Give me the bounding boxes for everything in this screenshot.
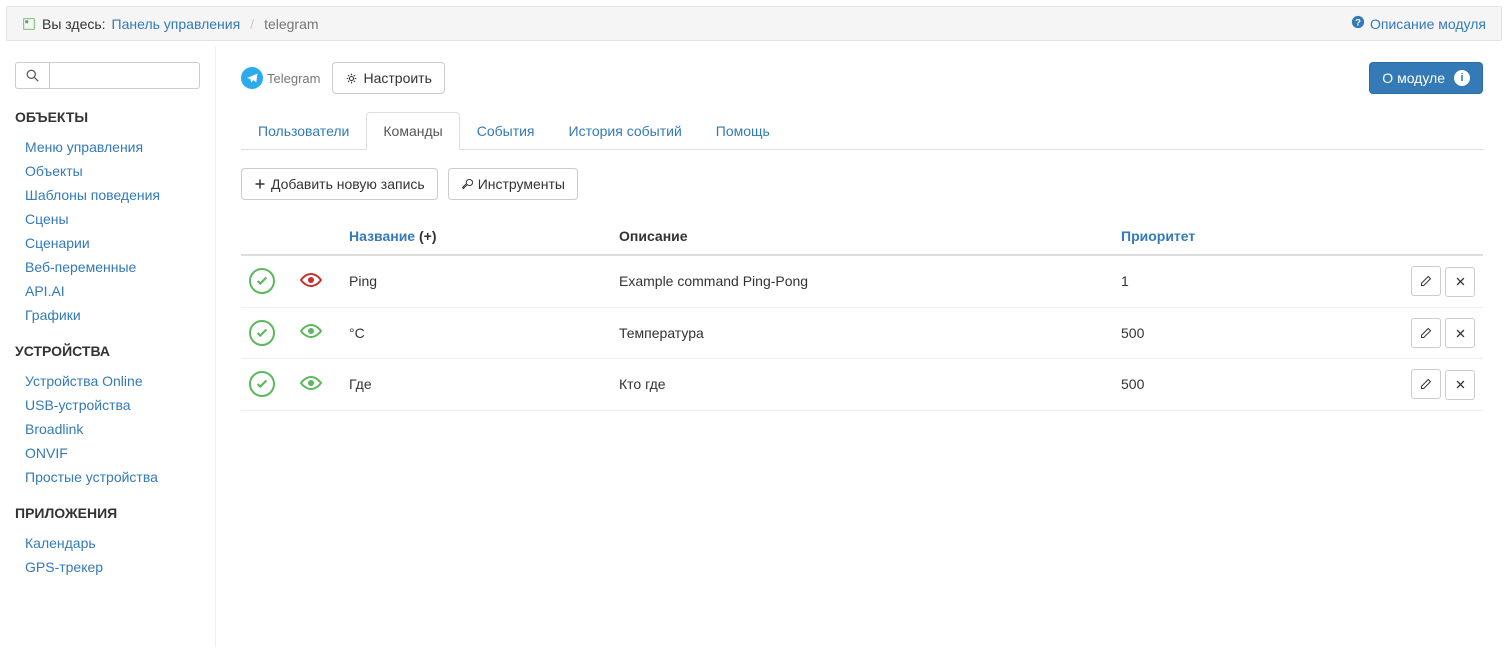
sidebar: ОБЪЕКТЫ Меню управленияОбъектыШаблоны пов… <box>0 47 216 647</box>
status-check-icon[interactable] <box>249 371 275 397</box>
sidebar-item[interactable]: Объекты <box>15 159 200 183</box>
module-badge: Telegram <box>241 67 320 89</box>
edit-button[interactable] <box>1411 369 1441 399</box>
cell-priority: 500 <box>1113 359 1393 411</box>
cell-priority: 500 <box>1113 307 1393 359</box>
cell-name: °C <box>341 307 611 359</box>
info-icon: i <box>1454 70 1470 86</box>
sidebar-item[interactable]: USB-устройства <box>15 393 200 417</box>
col-name-suffix: (+) <box>419 228 437 244</box>
eye-icon[interactable] <box>299 276 323 292</box>
about-module-button[interactable]: О модуле i <box>1369 62 1483 94</box>
sidebar-section-title: УСТРОЙСТВА <box>15 343 200 359</box>
status-check-icon[interactable] <box>249 320 275 346</box>
module-help-label: Описание модуля <box>1370 16 1486 32</box>
edit-button[interactable] <box>1411 266 1441 296</box>
edit-button[interactable] <box>1411 318 1441 348</box>
telegram-icon <box>241 67 263 89</box>
sidebar-item[interactable]: Шаблоны поведения <box>15 183 200 207</box>
sidebar-item[interactable]: ONVIF <box>15 441 200 465</box>
breadcrumb: Вы здесь: Панель управления / telegram ?… <box>6 6 1502 41</box>
tab[interactable]: Команды <box>366 112 459 150</box>
table-row: ГдеКто где500 <box>241 359 1483 411</box>
breadcrumb-panel-link[interactable]: Панель управления <box>112 16 241 32</box>
commands-table: Название (+) Описание Приоритет PingExam… <box>241 218 1483 411</box>
search-input[interactable] <box>49 62 200 89</box>
cell-description: Кто где <box>611 359 1113 411</box>
sidebar-item[interactable]: Устройства Online <box>15 369 200 393</box>
add-record-button[interactable]: Добавить новую запись <box>241 168 438 200</box>
question-icon: ? <box>1351 15 1365 32</box>
col-header-name[interactable]: Название (+) <box>341 218 611 255</box>
cell-priority: 1 <box>1113 255 1393 307</box>
sidebar-item[interactable]: Графики <box>15 303 200 327</box>
col-priority-link[interactable]: Приоритет <box>1121 228 1195 244</box>
sidebar-item[interactable]: API.AI <box>15 279 200 303</box>
table-row: PingExample command Ping-Pong1 <box>241 255 1483 307</box>
sidebar-item[interactable]: Сценарии <box>15 231 200 255</box>
cell-name: Где <box>341 359 611 411</box>
tools-label: Инструменты <box>478 176 565 192</box>
wrench-icon <box>461 178 473 190</box>
search-button[interactable] <box>15 62 49 89</box>
gear-icon <box>345 72 358 85</box>
breadcrumb-current: telegram <box>264 16 318 32</box>
configure-label: Настроить <box>363 70 431 86</box>
home-icon <box>22 17 36 31</box>
search-icon <box>26 69 39 82</box>
delete-button[interactable] <box>1445 318 1475 348</box>
breadcrumb-separator: / <box>246 16 258 32</box>
col-header-priority[interactable]: Приоритет <box>1113 218 1393 255</box>
col-name-link[interactable]: Название <box>349 228 415 244</box>
module-help-link[interactable]: ? Описание модуля <box>1351 15 1486 32</box>
sidebar-item[interactable]: Календарь <box>15 531 200 555</box>
cell-name: Ping <box>341 255 611 307</box>
delete-button[interactable] <box>1445 370 1475 400</box>
delete-button[interactable] <box>1445 267 1475 297</box>
sidebar-item[interactable]: Веб-переменные <box>15 255 200 279</box>
sidebar-item[interactable]: Broadlink <box>15 417 200 441</box>
sidebar-item[interactable]: Меню управления <box>15 135 200 159</box>
eye-icon[interactable] <box>299 379 323 395</box>
eye-icon[interactable] <box>299 327 323 343</box>
tab[interactable]: Помощь <box>699 112 787 150</box>
tab[interactable]: Пользователи <box>241 112 366 150</box>
add-record-label: Добавить новую запись <box>271 176 425 192</box>
configure-button[interactable]: Настроить <box>332 62 444 94</box>
svg-text:?: ? <box>1355 18 1361 29</box>
col-header-description: Описание <box>611 218 1113 255</box>
breadcrumb-here: Вы здесь: <box>42 16 106 32</box>
tabs: ПользователиКомандыСобытияИстория событи… <box>241 112 1483 150</box>
status-check-icon[interactable] <box>249 268 275 294</box>
sidebar-section-title: ОБЪЕКТЫ <box>15 109 200 125</box>
sidebar-item[interactable]: Сцены <box>15 207 200 231</box>
cell-description: Example command Ping-Pong <box>611 255 1113 307</box>
main-content: Telegram Настроить О модуле i Пользовате… <box>216 47 1508 647</box>
plus-icon <box>254 178 266 190</box>
sidebar-section-title: ПРИЛОЖЕНИЯ <box>15 505 200 521</box>
sidebar-item[interactable]: GPS-трекер <box>15 555 200 579</box>
table-row: °CТемпература500 <box>241 307 1483 359</box>
module-name: Telegram <box>267 71 320 86</box>
tab[interactable]: События <box>460 112 552 150</box>
sidebar-item[interactable]: Простые устройства <box>15 465 200 489</box>
tab[interactable]: История событий <box>552 112 699 150</box>
about-label: О модуле <box>1382 70 1445 86</box>
cell-description: Температура <box>611 307 1113 359</box>
tools-button[interactable]: Инструменты <box>448 168 578 200</box>
